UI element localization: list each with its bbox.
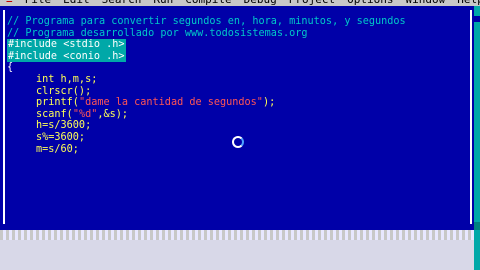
- code-line[interactable]: printf("dame la cantidad de segundos");: [7, 97, 467, 109]
- code-line[interactable]: int h,m,s;: [7, 74, 467, 86]
- code-line[interactable]: #include <stdio .h>: [7, 39, 467, 51]
- code-token: m=s/60;: [36, 143, 79, 155]
- preprocessor-directive: #include <stdio .h>: [7, 39, 126, 51]
- scrollbar-thumb[interactable]: [474, 16, 480, 22]
- code-area[interactable]: // Programa para convertir segundos en, …: [7, 16, 467, 155]
- code-token: scanf(: [36, 108, 73, 120]
- code-token: int h,m,s;: [36, 73, 98, 85]
- message-panel: [0, 230, 480, 270]
- editor-border-left: [3, 10, 5, 224]
- code-comment: // Programa para convertir segundos en, …: [7, 16, 406, 27]
- code-string: "%d": [72, 108, 98, 120]
- code-line[interactable]: // Programa desarrollado por www.todosis…: [7, 28, 467, 40]
- code-token: clrscr();: [36, 85, 92, 97]
- code-token: h=s/3600;: [36, 120, 92, 132]
- message-panel-title-bar: [0, 230, 480, 240]
- code-line[interactable]: // Programa para convertir segundos en, …: [7, 16, 467, 28]
- message-area: [0, 240, 480, 270]
- code-token: printf(: [36, 97, 79, 109]
- code-text: {: [7, 62, 14, 74]
- code-comment: // Programa desarrollado por www.todosis…: [7, 27, 308, 39]
- code-line[interactable]: clrscr();: [7, 86, 467, 98]
- code-token: );: [262, 97, 276, 109]
- code-line[interactable]: h=s/3600;: [7, 120, 467, 132]
- preprocessor-directive: #include <conio .h>: [7, 50, 126, 63]
- code-token: s%=3600;: [36, 131, 86, 143]
- code-string: "dame la cantidad de segundos": [78, 97, 263, 109]
- code-line[interactable]: scanf("%d",&s);: [7, 109, 467, 121]
- code-line[interactable]: #include <conio .h>: [7, 50, 467, 63]
- editor-border-right: [470, 10, 472, 224]
- vertical-scrollbar[interactable]: [474, 6, 480, 230]
- scroll-down-arrow-icon[interactable]: [474, 222, 480, 230]
- code-token: ,&s);: [97, 108, 129, 120]
- loading-spinner-icon: [232, 136, 244, 148]
- message-scrollbar[interactable]: [474, 230, 480, 270]
- code-line[interactable]: {: [7, 62, 467, 74]
- code-editor[interactable]: // Programa para convertir segundos en, …: [0, 6, 480, 230]
